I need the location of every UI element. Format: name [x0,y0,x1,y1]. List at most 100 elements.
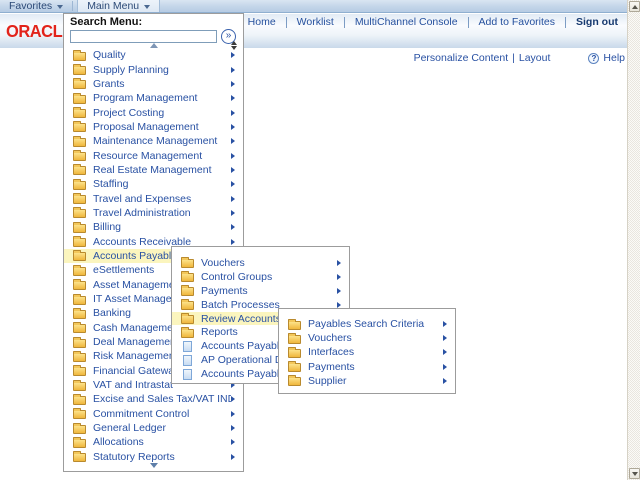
menu-item[interactable]: Supply Planning [64,62,243,76]
menu-item[interactable]: Supplier [279,374,455,388]
folder-icon [73,293,86,305]
folder-icon [73,379,86,391]
folder-icon [73,92,86,104]
submenu-arrow-icon [231,425,235,432]
menu-item[interactable]: Resource Management [64,148,243,162]
folder-icon [73,350,86,362]
menu-item[interactable]: Payments [279,360,455,374]
submenu-arrow-icon [231,238,235,245]
folder-icon [73,264,86,276]
personalize-content-link[interactable]: Personalize Content [414,52,509,64]
menu-item[interactable]: Billing [64,220,243,234]
header-link-home[interactable]: Home [248,16,276,28]
menubar-divider [72,1,74,11]
link-separator [343,16,345,28]
menu-item-label: Maintenance Management [93,135,218,148]
menu-item-label: Supply Planning [93,63,169,76]
menu-item-label: Payables Search Criteria [308,318,425,331]
menu-item[interactable]: Project Costing [64,105,243,119]
submenu-arrow-icon [231,195,235,202]
submenu-arrow-icon [231,439,235,446]
submenu-arrow-icon [231,410,235,417]
favorites-label: Favorites [9,0,53,12]
menu-item[interactable]: Statutory Reports [64,450,243,464]
menu-item-label: Quality [93,49,126,62]
scroll-down-icon [149,463,158,468]
menu-item[interactable]: Proposal Management [64,120,243,134]
menu-item-label: Statutory Reports [93,450,175,463]
menu-item[interactable]: Quality [64,48,243,62]
menu-item[interactable]: Maintenance Management [64,134,243,148]
folder-icon [73,150,86,162]
menu-item-label: Excise and Sales Tax/VAT IND [93,393,231,406]
scrollbar-down-arrow-icon [631,471,638,476]
scroll-down-indicator[interactable] [64,463,243,468]
scroll-down-button[interactable] [629,468,640,479]
menu-search-input[interactable] [70,30,217,43]
submenu-arrow-icon [231,453,235,460]
menu-item[interactable]: Payables Search Criteria [279,317,455,331]
submenu-arrow-icon [231,396,235,403]
menu-item[interactable]: Payments [172,284,349,298]
scroll-up-button[interactable] [629,1,640,12]
folder-icon [73,250,86,262]
menu-search-block: Search Menu: » [64,14,243,44]
menu-item-label: Grants [93,77,125,90]
folder-icon [181,326,194,338]
folder-icon [181,257,194,269]
link-separator [565,16,566,28]
menu-item-label: Project Costing [93,106,165,119]
menu-item-label: Payments [201,284,248,297]
menu-item[interactable]: Control Groups [172,270,349,284]
page-actions-separator: | [512,52,515,64]
menu-item[interactable]: Interfaces [279,345,455,359]
menu-item[interactable]: General Ledger [64,421,243,435]
folder-icon [288,375,301,387]
chevron-down-icon [144,4,151,9]
folder-icon [73,78,86,90]
help-icon: ? [588,52,600,64]
submenu-arrow-icon [231,209,235,216]
review-accounts-payable-submenu: Payables Search Criteria Vouchers Interfac… [278,308,456,394]
header-link-add-to-favorites[interactable]: Add to Favorites [479,16,555,28]
favorites-menu[interactable]: Favorites [0,0,72,12]
submenu-arrow-icon [337,259,341,266]
submenu-arrow-icon [443,377,447,384]
menu-item[interactable]: Program Management [64,91,243,105]
menu-item[interactable]: Grants [64,77,243,91]
menu-item[interactable]: Allocations [64,435,243,449]
submenu-arrow-icon [231,109,235,116]
menu-item[interactable]: Staffing [64,177,243,191]
menu-item[interactable]: Travel Administration [64,206,243,220]
submenu-arrow-icon [231,123,235,130]
menu-item[interactable]: Vouchers [172,256,349,270]
menu-item-label: Travel Administration [93,206,191,219]
folder-icon [288,361,301,373]
help-link[interactable]: ? Help [588,52,625,64]
menu-item[interactable]: Commitment Control [64,407,243,421]
layout-link[interactable]: Layout [519,52,551,64]
page-icon [183,354,192,366]
menu-item[interactable]: Travel and Expenses [64,191,243,205]
submenu-arrow-icon [337,273,341,280]
folder-icon [73,135,86,147]
menu-item-label: Supplier [308,374,347,387]
menu-item[interactable]: Excise and Sales Tax/VAT IND [64,392,243,406]
main-menu-tab[interactable]: Main Menu [77,0,161,12]
vertical-scrollbar[interactable] [627,0,640,480]
folder-icon [73,207,86,219]
menu-item[interactable]: Real Estate Management [64,163,243,177]
folder-icon [73,436,86,448]
header-link-multichannel-console[interactable]: MultiChannel Console [355,16,458,28]
folder-icon [73,178,86,190]
submenu-arrow-icon [231,166,235,173]
submenu-arrow-icon [231,80,235,87]
folder-icon [73,422,86,434]
header-link-sign-out[interactable]: Sign out [576,16,618,28]
menu-item[interactable]: Vouchers [279,331,455,345]
folder-icon [73,236,86,248]
folder-icon [73,365,86,377]
folder-icon [73,193,86,205]
folder-icon [288,346,301,358]
header-link-worklist[interactable]: Worklist [297,16,334,28]
